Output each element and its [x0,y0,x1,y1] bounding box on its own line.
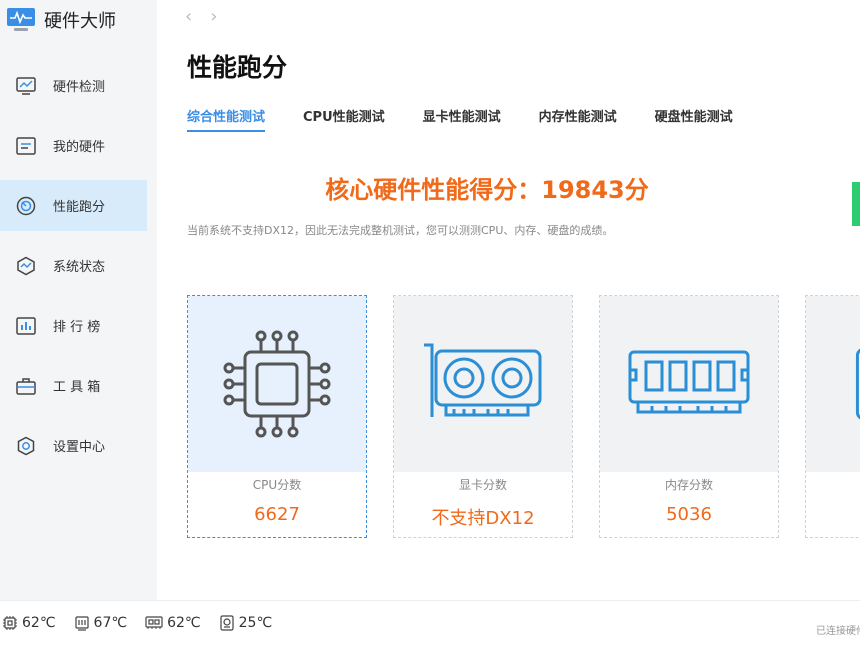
cpu-temp-value: 62℃ [22,615,56,631]
start-test-button-edge[interactable] [852,182,860,226]
card-image [394,296,572,472]
disk-score-card[interactable] [805,295,860,538]
tab-overall-test[interactable]: 综合性能测试 [187,106,266,132]
sidebar-item-label: 硬件检测 [53,80,106,95]
toolbox-icon [15,375,37,397]
card-image [188,296,366,472]
app-window: 硬件大师 硬件检测 我的硬件 性能跑分 系统状态 排 行 榜 工 具 箱 设置中… [0,0,860,645]
disk-temp-icon [220,615,234,631]
app-title: 硬件大师 [44,11,116,32]
back-arrow-icon[interactable]: ‹ [185,6,192,27]
hardware-list-icon [15,135,37,157]
card-value: 6627 [254,504,300,525]
settings-icon [15,435,37,457]
sidebar-item-toolbox[interactable]: 工 具 箱 [0,360,147,411]
gpu-score-card[interactable]: 显卡分数 不支持DX12 [393,295,573,538]
sidebar-item-label: 我的硬件 [53,140,106,155]
sidebar-item-label: 设置中心 [53,440,106,455]
sidebar-item-label: 排 行 榜 [53,320,101,335]
sidebar-item-ranking[interactable]: 排 行 榜 [0,300,147,351]
tab-disk-test[interactable]: 硬盘性能测试 [655,106,733,132]
overall-score: 核心硬件性能得分：19843分 [325,176,649,204]
cpu-score-card[interactable]: CPU分数 6627 [187,295,367,538]
connection-status: 已连接硬件 [816,626,860,637]
sidebar-item-hardware-detect[interactable]: 硬件检测 [0,60,147,111]
graphics-card-icon [424,343,542,417]
page-title: 性能跑分 [187,53,288,82]
memory-module-icon [628,350,750,414]
tab-cpu-test[interactable]: CPU性能测试 [303,106,385,132]
sidebar: 硬件大师 硬件检测 我的硬件 性能跑分 系统状态 排 行 榜 工 具 箱 设置中… [0,0,157,600]
card-value: 5036 [666,504,712,525]
card-image [806,296,860,472]
forward-arrow-icon[interactable]: › [210,6,217,27]
board-temp-value: 62℃ [167,615,201,631]
card-value: 不支持DX12 [431,508,535,529]
app-logo: 硬件大师 [6,6,116,34]
tab-memory-test[interactable]: 内存性能测试 [539,106,617,132]
gpu-temperature: 67℃ [74,615,128,631]
card-caption: CPU分数 [252,478,302,492]
memory-score-card[interactable]: 内存分数 5036 [599,295,779,538]
board-temp-icon [145,616,163,629]
sidebar-item-my-hardware[interactable]: 我的硬件 [0,120,147,171]
sidebar-item-settings[interactable]: 设置中心 [0,420,147,471]
dx12-notice: 当前系统不支持DX12，因此无法完成整机测试，您可以测测CPU、内存、硬盘的成绩… [187,224,614,237]
ranking-icon [15,315,37,337]
monitor-chart-icon [15,75,37,97]
main-panel: ‹ › 性能跑分 综合性能测试 CPU性能测试 显卡性能测试 内存性能测试 硬盘… [157,0,860,600]
sidebar-item-label: 工 具 箱 [53,380,101,395]
board-temperature: 62℃ [145,615,201,631]
cpu-temp-icon [3,616,17,630]
disk-temperature: 25℃ [219,615,273,631]
sidebar-nav: 硬件检测 我的硬件 性能跑分 系统状态 排 行 榜 工 具 箱 设置中心 [0,60,147,480]
card-caption: 显卡分数 [458,478,507,492]
sidebar-item-system-status[interactable]: 系统状态 [0,240,147,291]
cpu-chip-icon [223,330,331,438]
disk-drive-icon [855,348,860,420]
monitor-logo-icon [7,8,35,31]
score-cards: CPU分数 6627 显卡分数 不支持DX12 内存分数 5036 [187,295,860,540]
gpu-temp-value: 67℃ [93,615,128,631]
history-nav: ‹ › [185,6,217,27]
card-image [600,296,778,472]
gpu-temp-icon [74,616,89,631]
sidebar-item-label: 系统状态 [53,260,106,275]
cpu-temperature: 62℃ [2,615,56,631]
sidebar-item-benchmark[interactable]: 性能跑分 [0,180,147,231]
status-bar: 62℃ 67℃ 62℃ 25℃ [0,600,860,645]
system-status-icon [15,255,37,277]
card-caption: 内存分数 [664,478,713,492]
speedometer-icon [15,195,37,217]
tab-gpu-test[interactable]: 显卡性能测试 [423,106,501,132]
sidebar-item-label: 性能跑分 [53,200,106,215]
disk-temp-value: 25℃ [238,615,273,631]
benchmark-tabs: 综合性能测试 CPU性能测试 显卡性能测试 内存性能测试 硬盘性能测试 [187,106,733,132]
